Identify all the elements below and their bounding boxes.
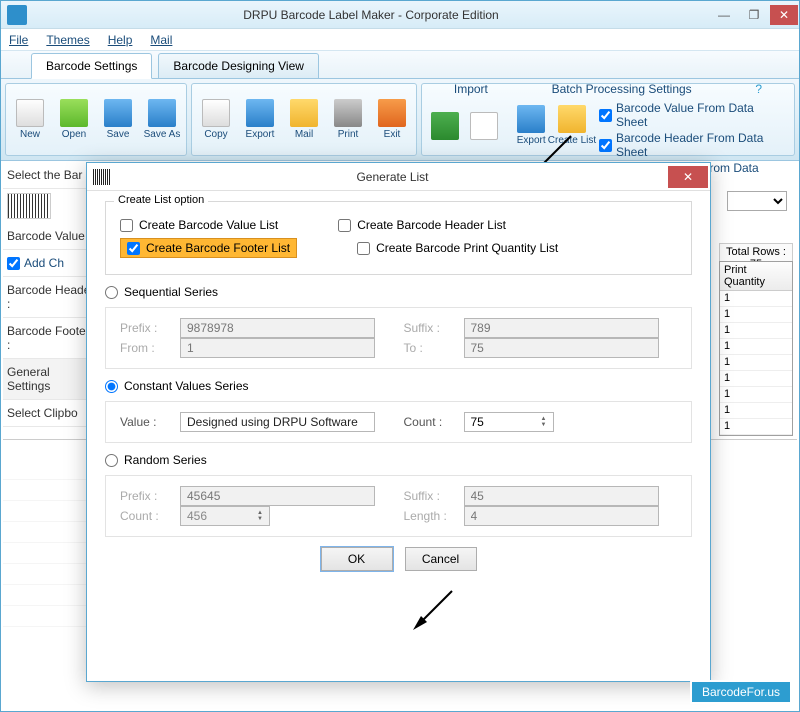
app-icon [7,5,27,25]
menu-themes[interactable]: Themes [46,33,89,47]
copy-button[interactable]: Copy [195,87,237,152]
quantity-table: Print Quantity 111111111 [719,261,793,436]
cancel-button[interactable]: Cancel [405,547,477,571]
opt-quantity-list[interactable]: Create Barcode Print Quantity List [357,238,558,258]
saveas-button[interactable]: Save As [141,87,183,152]
barcode-icon [93,169,111,185]
table-row: 1 [720,323,792,339]
tab-designing[interactable]: Barcode Designing View [158,53,319,79]
rand-prefix-input[interactable] [180,486,375,506]
minimize-button[interactable]: — [710,5,738,25]
seq-from-input[interactable] [180,338,375,358]
import-text-button[interactable] [465,99,505,152]
menu-mail[interactable]: Mail [150,33,172,47]
table-row: 1 [720,419,792,435]
tab-bar: Barcode Settings Barcode Designing View [1,51,799,79]
dialog-titlebar: Generate List ✕ [87,163,710,191]
print-button[interactable]: Print [327,87,369,152]
new-button[interactable]: New [9,87,51,152]
import-excel-button[interactable] [425,99,465,152]
close-button[interactable]: ✕ [770,5,798,25]
mail-button[interactable]: Mail [283,87,325,152]
ribbon: New Open Save Save As Copy Export Mail P… [1,79,799,161]
opt-header-list[interactable]: Create Barcode Header List [338,218,506,232]
top-combo[interactable] [727,191,787,211]
tab-settings[interactable]: Barcode Settings [31,53,152,79]
batch-export-button[interactable]: Export [511,99,551,152]
generate-list-dialog: Generate List ✕ Create List option Creat… [86,162,711,682]
menubar: File Themes Help Mail [1,29,799,51]
barcode-preview-icon [7,193,51,219]
table-row: 1 [720,339,792,355]
radio-random[interactable]: Random Series [105,453,692,467]
table-row: 1 [720,355,792,371]
annotation-arrow-icon [407,586,457,636]
open-button[interactable]: Open [53,87,95,152]
titlebar: DRPU Barcode Label Maker - Corporate Edi… [1,1,799,29]
menu-file[interactable]: File [9,33,28,47]
opt-value-list[interactable]: Create Barcode Value List [120,218,278,232]
seq-to-input[interactable] [464,338,659,358]
ruler [3,459,99,639]
ok-button[interactable]: OK [321,547,393,571]
rand-count-spinner[interactable]: 456▲▼ [180,506,270,526]
rand-length-input[interactable] [464,506,659,526]
ck-header-sheet[interactable]: Barcode Header From Data Sheet [599,131,785,159]
table-row: 1 [720,291,792,307]
create-list-button[interactable]: Create List [551,99,593,152]
watermark-badge: BarcodeFor.us [690,680,792,704]
table-row: 1 [720,307,792,323]
ck-value-sheet[interactable]: Barcode Value From Data Sheet [599,101,785,129]
table-row: 1 [720,387,792,403]
exit-button[interactable]: Exit [371,87,413,152]
const-value-input[interactable] [180,412,375,432]
table-row: 1 [720,371,792,387]
radio-sequential[interactable]: Sequential Series [105,285,692,299]
maximize-button[interactable]: ❐ [740,5,768,25]
batch-group: ImportBatch Processing Settings? Export … [421,83,795,156]
seq-prefix-input[interactable] [180,318,375,338]
export-button[interactable]: Export [239,87,281,152]
const-count-spinner[interactable]: 75▲▼ [464,412,554,432]
radio-constant[interactable]: Constant Values Series [105,379,692,393]
save-button[interactable]: Save [97,87,139,152]
seq-suffix-input[interactable] [464,318,659,338]
rand-suffix-input[interactable] [464,486,659,506]
help-icon[interactable]: ? [755,82,762,96]
opt-footer-list[interactable]: Create Barcode Footer List [120,238,297,258]
dialog-close-button[interactable]: ✕ [668,166,708,188]
menu-help[interactable]: Help [108,33,133,47]
add-check[interactable]: Add Ch [7,256,95,270]
left-panel: Select the Bar Barcode Value : Add Ch Ba… [3,162,99,442]
window-title: DRPU Barcode Label Maker - Corporate Edi… [33,8,709,22]
table-row: 1 [720,403,792,419]
